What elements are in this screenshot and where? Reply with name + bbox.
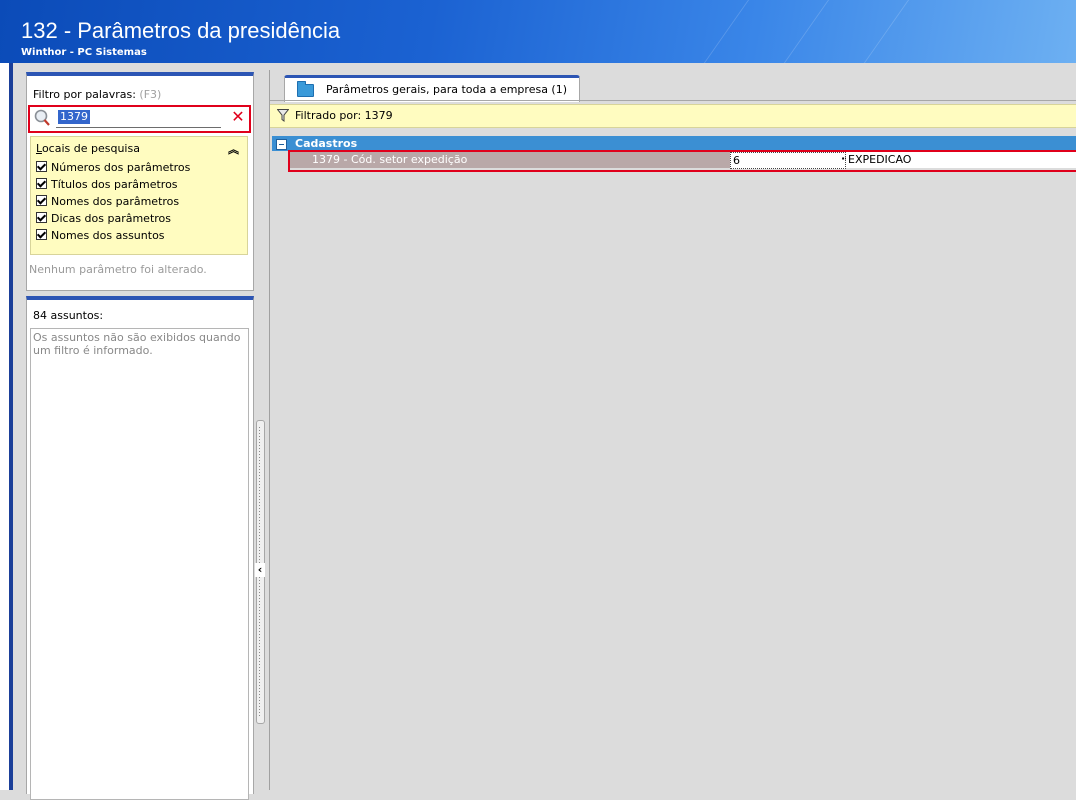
status-note: Nenhum parâmetro foi alterado.: [29, 263, 207, 276]
search-value[interactable]: 1379: [58, 110, 90, 124]
checkbox-icon[interactable]: [36, 161, 47, 172]
topics-note: Os assuntos não são exibidos quando um f…: [33, 331, 241, 357]
parameters-grid: Cadastros 1379 - Cód. setor expedição 6 …: [272, 133, 1076, 790]
search-locations-header[interactable]: Locais de pesquisa: [36, 142, 140, 155]
table-row[interactable]: 1379 - Cód. setor expedição 6 ··· EXPEDI…: [290, 152, 1076, 169]
topics-list[interactable]: Os assuntos não são exibidos quando um f…: [30, 328, 249, 800]
group-row[interactable]: Cadastros: [272, 136, 1076, 151]
checkbox-icon[interactable]: [36, 212, 47, 223]
checkbox-dicas[interactable]: Dicas dos parâmetros: [36, 210, 171, 227]
checkbox-numeros[interactable]: Números dos parâmetros: [36, 159, 190, 176]
filter-info-bar: Filtrado por: 1379: [270, 104, 1076, 128]
search-underline: [56, 127, 221, 128]
checkbox-titulos[interactable]: Títulos dos parâmetros: [36, 176, 178, 193]
pane-divider: [269, 70, 270, 790]
window-title: 132 - Parâmetros da presidência: [21, 18, 341, 43]
folder-icon: [297, 81, 314, 97]
collapse-up-icon[interactable]: ︽: [228, 141, 239, 157]
param-value-field[interactable]: 6 ···: [730, 152, 852, 169]
frame-left-border: [9, 63, 13, 790]
checkbox-assuntos[interactable]: Nomes dos assuntos: [36, 227, 165, 244]
checkbox-icon[interactable]: [36, 195, 47, 206]
filter-info-text: Filtrado por: 1379: [295, 109, 393, 122]
tab-label: Parâmetros gerais, para toda a empresa (…: [326, 83, 568, 96]
panel-splitter[interactable]: ‹: [255, 420, 265, 724]
group-label: Cadastros: [295, 137, 358, 150]
param-description-cell: EXPEDICAO: [846, 152, 1076, 168]
collapse-left-icon[interactable]: ‹: [255, 563, 265, 577]
collapse-group-icon[interactable]: [276, 139, 287, 150]
checkbox-icon[interactable]: [36, 229, 47, 240]
param-name: 1379 - Cód. setor expedição: [312, 153, 468, 166]
topics-count-label: 84 assuntos:: [33, 309, 104, 322]
funnel-icon: [277, 109, 289, 122]
tab-parametros-gerais[interactable]: Parâmetros gerais, para toda a empresa (…: [284, 75, 580, 102]
param-value[interactable]: 6: [733, 154, 740, 167]
topics-panel: 84 assuntos: Os assuntos não são exibido…: [26, 296, 254, 800]
clear-icon[interactable]: ✕: [230, 108, 246, 126]
search-input[interactable]: 1379 ✕: [28, 105, 251, 133]
filter-panel: Filtro por palavras: (F3) 1379 ✕ Locais …: [26, 72, 254, 291]
param-name-cell[interactable]: 1379 - Cód. setor expedição: [290, 152, 730, 168]
filter-label-text: Filtro por palavras:: [33, 88, 136, 101]
search-icon: [34, 109, 50, 126]
tab-baseline: [270, 100, 1076, 101]
title-bar: 132 - Parâmetros da presidência Winthor …: [0, 0, 1076, 63]
checkbox-icon[interactable]: [36, 178, 47, 189]
search-locations-box: Locais de pesquisa ︽ Números dos parâmet…: [30, 136, 248, 255]
filter-shortcut: (F3): [139, 88, 162, 101]
window-subtitle: Winthor - PC Sistemas: [21, 47, 147, 58]
param-description: EXPEDICAO: [848, 153, 912, 166]
filter-label: Filtro por palavras: (F3): [33, 88, 161, 101]
checkbox-nomes[interactable]: Nomes dos parâmetros: [36, 193, 179, 210]
